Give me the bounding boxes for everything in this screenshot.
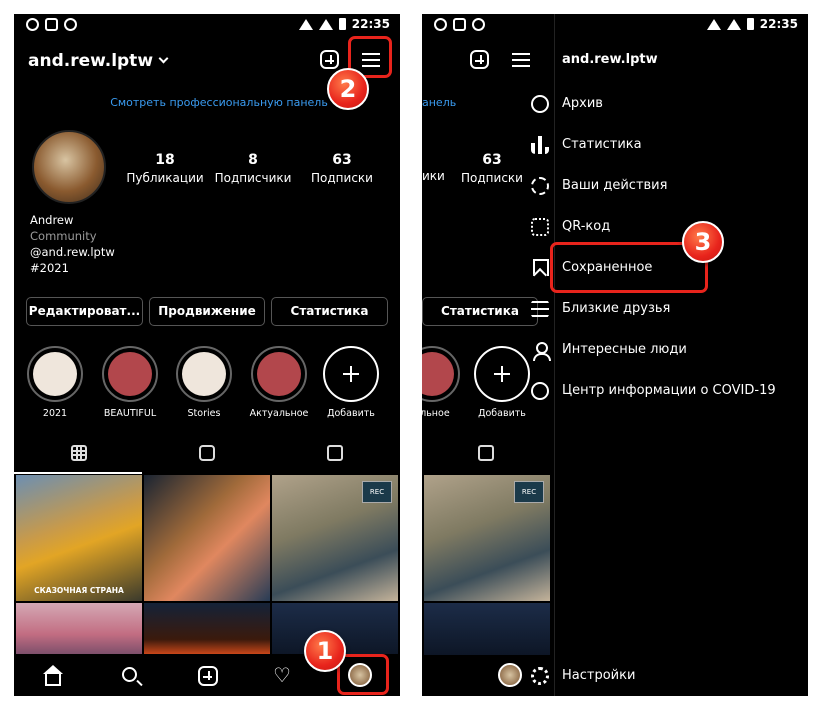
highlight-2021[interactable]: 2021	[23, 346, 87, 419]
home-icon[interactable]	[43, 665, 63, 686]
signal-icon	[726, 18, 741, 30]
post-tile-squirrel[interactable]	[144, 475, 270, 601]
menu-icon[interactable]	[512, 53, 530, 67]
category: Community	[30, 229, 97, 243]
opera-icon	[26, 18, 39, 31]
wifi-icon	[298, 18, 313, 30]
discover-people-icon	[531, 341, 551, 361]
create-icon[interactable]	[198, 666, 218, 686]
chevron-down-icon	[158, 53, 169, 64]
menu-item-archive[interactable]: Архив	[531, 93, 603, 115]
step-badge-1: 1	[304, 630, 346, 672]
highlight-profile-frame	[337, 654, 389, 695]
tagged-tab-icon[interactable]	[327, 445, 343, 461]
professional-dashboard-link[interactable]: Смотреть профессиональную панель	[94, 96, 344, 109]
search-icon[interactable]	[122, 667, 137, 682]
menu-item-covid-info[interactable]: Центр информации о COVID-19	[531, 380, 776, 402]
step-badge-3: 3	[682, 221, 724, 263]
wifi-icon	[706, 18, 721, 30]
stat-following[interactable]: 63 Подписки	[302, 152, 382, 185]
post-tile-cats[interactable]: REC	[272, 475, 398, 601]
edit-profile-button[interactable]: Редактироват...	[26, 297, 143, 326]
shazam-icon	[64, 18, 77, 31]
rec-sticker: REC	[514, 481, 544, 503]
highlight-actual[interactable]: альное	[422, 346, 464, 419]
create-post-icon[interactable]	[320, 50, 339, 69]
igtv-tab-icon[interactable]	[199, 445, 215, 461]
drawer-divider	[554, 14, 555, 696]
drawer-username: and.rew.lptw	[562, 52, 658, 67]
clock: 22:35	[351, 17, 390, 31]
heart-icon[interactable]: ♡	[273, 665, 293, 685]
covid-info-icon	[531, 382, 549, 400]
battery-icon	[746, 18, 754, 30]
archive-icon	[531, 95, 549, 113]
menu-item-settings[interactable]: Настройки	[531, 665, 635, 687]
menu-item-close-friends[interactable]: Близкие друзья	[531, 298, 670, 320]
tv-icon	[45, 18, 58, 31]
highlight-add[interactable]: Добавить	[319, 346, 383, 419]
tile-caption: СКАЗОЧНАЯ СТРАНА	[34, 586, 124, 595]
menu-item-discover-people[interactable]: Интересные люди	[533, 339, 687, 361]
insights-button[interactable]: Статистика	[271, 297, 388, 326]
close-friends-icon	[531, 300, 549, 318]
professional-dashboard-link[interactable]: анель	[422, 96, 456, 109]
highlight-stories[interactable]: Stories	[172, 346, 236, 419]
clock: 22:35	[759, 17, 798, 31]
highlight-add[interactable]: Добавить	[470, 346, 534, 419]
highlight-actual[interactable]: Актуальное	[247, 346, 311, 419]
profile-screen: 22:35 and.rew.lptw 2 Смотреть профессион…	[14, 14, 400, 696]
stat-followers-partial: ики	[422, 169, 445, 183]
menu-item-qr-code[interactable]: QR-код	[531, 216, 610, 238]
status-bar: 22:35	[14, 14, 400, 36]
stat-following[interactable]: 63 Подписки	[452, 152, 532, 185]
display-name: Andrew	[30, 213, 74, 227]
tv-icon	[453, 18, 466, 31]
post-tile-sunflowers[interactable]: СКАЗОЧНАЯ СТРАНА	[16, 475, 142, 601]
stat-followers[interactable]: 8 Подписчики	[213, 152, 293, 185]
signal-icon	[318, 18, 333, 30]
menu-item-insights[interactable]: Статистика	[531, 134, 642, 156]
battery-icon	[338, 18, 346, 30]
bookmark-icon	[531, 259, 549, 277]
hashtag[interactable]: #2021	[30, 260, 115, 276]
profile-nav-avatar[interactable]	[498, 663, 522, 687]
post-tile-night[interactable]	[424, 603, 550, 655]
post-tile-fire[interactable]	[144, 603, 270, 655]
tagged-tab-icon[interactable]	[478, 445, 494, 461]
bio: Andrew Community @and.rew.lptw #2021	[30, 212, 115, 276]
menu-screen: 22:35 анель 63Подписки ики Статистика ал…	[422, 14, 808, 696]
activity-icon	[531, 177, 549, 195]
stat-posts[interactable]: 18 Публикации	[125, 152, 205, 185]
shazam-icon	[472, 18, 485, 31]
insights-icon	[531, 136, 549, 154]
status-bar: 22:35	[422, 14, 808, 36]
rec-sticker: REC	[362, 481, 392, 503]
promotion-button[interactable]: Продвижение	[149, 297, 265, 326]
active-tab-indicator	[14, 472, 142, 474]
username: and.rew.lptw	[28, 51, 154, 71]
create-post-icon[interactable]	[470, 50, 489, 69]
account-switcher[interactable]: and.rew.lptw	[28, 51, 169, 71]
grid-tab-icon[interactable]	[71, 445, 87, 461]
post-tile-sunset[interactable]	[16, 603, 142, 655]
profile-avatar[interactable]	[32, 130, 106, 204]
menu-item-activity[interactable]: Ваши действия	[531, 175, 667, 197]
handle[interactable]: @and.rew.lptw	[30, 244, 115, 260]
post-tile-cats[interactable]: REC	[424, 475, 550, 601]
qr-code-icon	[531, 218, 549, 236]
gear-icon	[531, 667, 549, 685]
opera-icon	[434, 18, 447, 31]
insights-button[interactable]: Статистика	[422, 297, 538, 326]
highlight-beautiful[interactable]: BEAUTIFUL	[98, 346, 162, 419]
